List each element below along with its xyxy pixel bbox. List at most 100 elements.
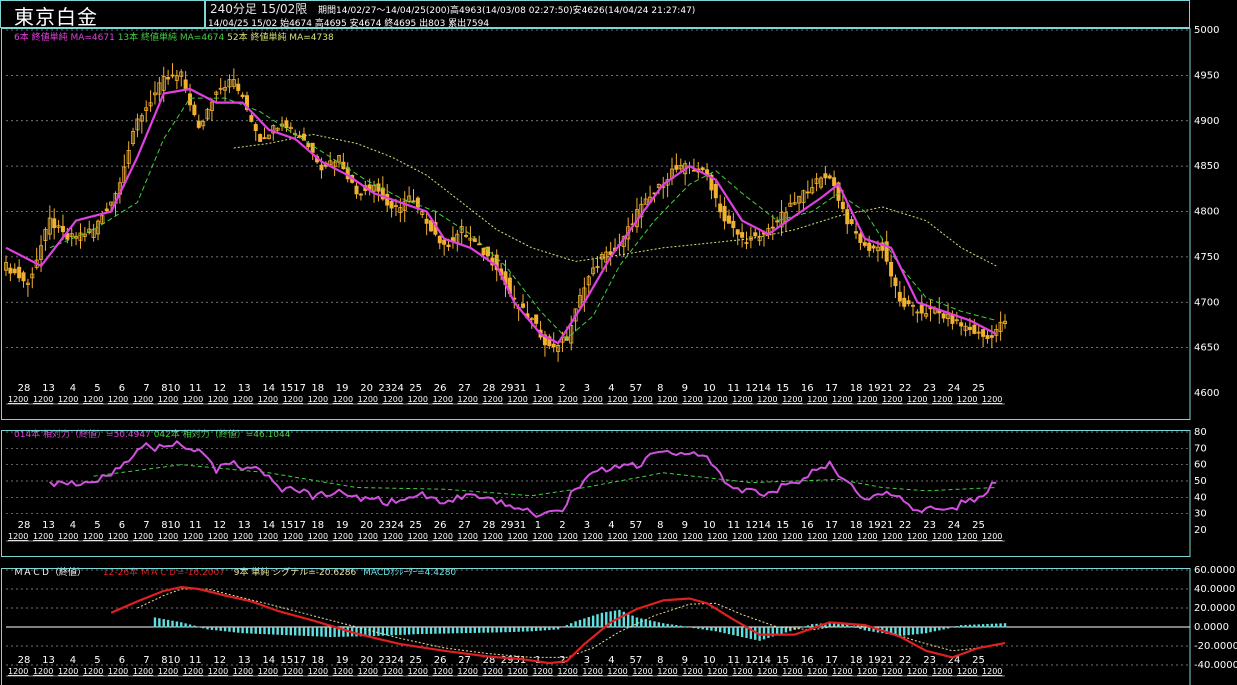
oscillator-bar bbox=[802, 626, 805, 628]
time-label: 1200 bbox=[133, 395, 153, 404]
oscillator-bar bbox=[508, 627, 512, 633]
oscillator-bar bbox=[959, 625, 963, 628]
date-label: 27 bbox=[458, 655, 471, 666]
date-label: 14 bbox=[262, 655, 275, 666]
candle-body bbox=[981, 329, 986, 337]
time-label: 1200 bbox=[607, 532, 627, 541]
date-label: 1214 bbox=[746, 520, 771, 531]
oscillator-bar bbox=[219, 627, 222, 631]
oscillator-bar bbox=[237, 627, 240, 633]
oscillator-bar bbox=[679, 625, 682, 628]
oscillator-bar bbox=[193, 625, 196, 628]
candle-body bbox=[740, 232, 745, 238]
time-label: 1200 bbox=[632, 395, 652, 404]
time-label: 1200 bbox=[283, 667, 303, 676]
date-label: 2324 bbox=[378, 520, 403, 531]
candle-body bbox=[893, 277, 898, 287]
oscillator-bar bbox=[995, 623, 998, 628]
oscillator-bar bbox=[254, 627, 257, 634]
date-label: 25 bbox=[409, 520, 422, 531]
date-label: 1921 bbox=[868, 655, 893, 666]
date-label: 11 bbox=[189, 520, 202, 531]
date-label: 18 bbox=[850, 383, 863, 394]
time-label: 1200 bbox=[957, 532, 977, 541]
oscillator-bar bbox=[946, 627, 950, 629]
oscillator-bar bbox=[990, 623, 994, 628]
y-tick-label: 20 bbox=[1194, 525, 1207, 536]
oscillator-bar bbox=[486, 627, 490, 633]
oscillator-bar bbox=[740, 627, 744, 637]
time-label: 1200 bbox=[532, 532, 552, 541]
oscillator-bar bbox=[530, 627, 533, 632]
time-label: 1200 bbox=[133, 532, 153, 541]
oscillator-bar bbox=[272, 627, 275, 635]
y-tick-label: 40.0000 bbox=[1194, 584, 1235, 595]
date-label: 18 bbox=[311, 383, 324, 394]
candle-body bbox=[726, 215, 731, 224]
time-label: 1200 bbox=[582, 395, 602, 404]
oscillator-bar bbox=[180, 622, 183, 628]
candle-body bbox=[858, 233, 863, 243]
candle-body bbox=[972, 324, 977, 334]
y-tick-label: 0.0000 bbox=[1194, 622, 1229, 633]
oscillator-bar bbox=[526, 627, 529, 632]
date-label: 13 bbox=[238, 383, 251, 394]
time-label: 1200 bbox=[607, 667, 627, 676]
y-tick-label: 4600 bbox=[1194, 388, 1219, 399]
time-label: 1200 bbox=[732, 667, 752, 676]
oscillator-bar bbox=[859, 627, 862, 630]
date-label: 27 bbox=[458, 520, 471, 531]
y-tick-label: 80 bbox=[1194, 427, 1207, 438]
oscillator-bar bbox=[924, 627, 928, 634]
date-label: 12 bbox=[213, 655, 226, 666]
time-label: 1200 bbox=[508, 667, 528, 676]
time-label: 1200 bbox=[957, 395, 977, 404]
oscillator-bar bbox=[355, 627, 358, 637]
oscillator-bar bbox=[162, 619, 165, 628]
candle-body bbox=[464, 235, 469, 237]
candle-body bbox=[240, 94, 245, 97]
date-label: 810 bbox=[161, 383, 180, 394]
time-label: 1200 bbox=[458, 667, 478, 676]
date-label: 22 bbox=[899, 383, 912, 394]
time-label: 1200 bbox=[383, 532, 403, 541]
oscillator-bar bbox=[565, 625, 569, 628]
date-label: 12 bbox=[213, 383, 226, 394]
time-label: 1200 bbox=[882, 667, 902, 676]
y-tick-label: 60.0000 bbox=[1194, 565, 1235, 576]
candle-body bbox=[236, 83, 241, 91]
date-label: 24 bbox=[948, 520, 961, 531]
date-label: 13 bbox=[42, 520, 55, 531]
candle-body bbox=[770, 226, 775, 229]
time-label: 1200 bbox=[707, 532, 727, 541]
date-label: 11 bbox=[189, 383, 202, 394]
oscillator-bar bbox=[981, 624, 985, 628]
oscillator-bar bbox=[587, 617, 590, 628]
oscillator-bar bbox=[407, 627, 411, 635]
candle-body bbox=[967, 326, 972, 330]
time-label: 1200 bbox=[358, 395, 378, 404]
date-label: 26 bbox=[434, 383, 447, 394]
oscillator-bar bbox=[232, 627, 236, 633]
oscillator-bar bbox=[640, 618, 643, 628]
candle-body bbox=[284, 120, 289, 129]
date-label: 13 bbox=[238, 520, 251, 531]
date-label: 2 bbox=[559, 520, 565, 531]
time-label: 1200 bbox=[8, 667, 28, 676]
time-label: 1200 bbox=[283, 395, 303, 404]
time-label: 1200 bbox=[832, 532, 852, 541]
oscillator-bar bbox=[175, 621, 179, 628]
candle-body bbox=[862, 242, 867, 246]
oscillator-bar bbox=[903, 627, 906, 636]
date-label: 1517 bbox=[280, 655, 305, 666]
oscillator-bar bbox=[263, 627, 266, 635]
oscillator-bar bbox=[609, 611, 612, 628]
date-label: 4 bbox=[608, 520, 614, 531]
oscillator-bar bbox=[412, 627, 415, 635]
time-label: 1200 bbox=[682, 395, 702, 404]
oscillator-bar bbox=[158, 618, 161, 628]
candle-body bbox=[376, 183, 381, 192]
date-label: 26 bbox=[434, 655, 447, 666]
candle-body bbox=[262, 137, 267, 140]
candle-body bbox=[718, 203, 723, 213]
